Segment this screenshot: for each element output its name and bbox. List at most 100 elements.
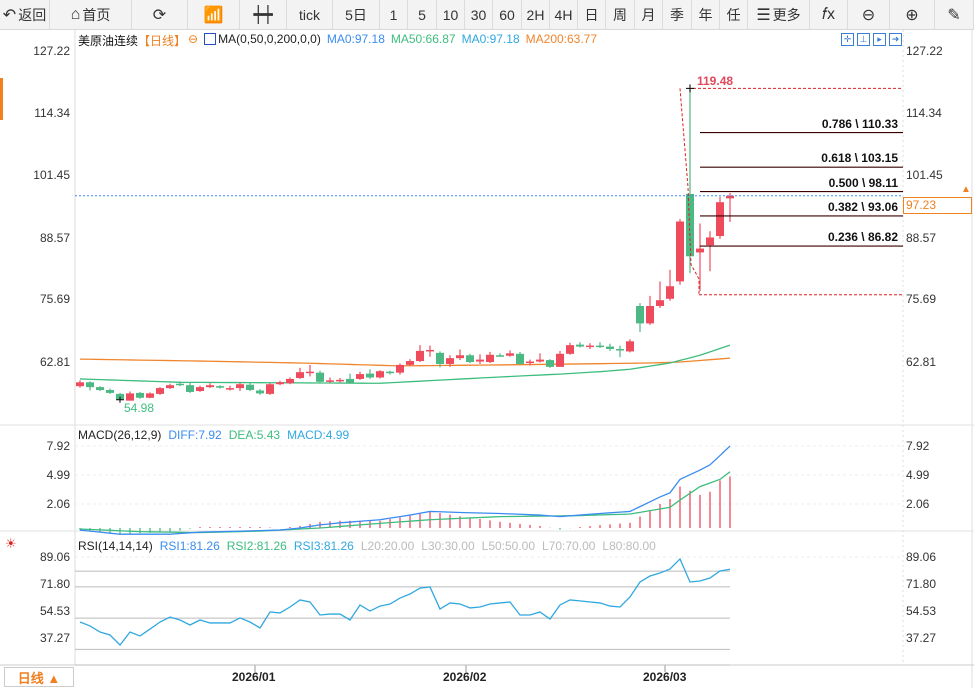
candle-body [516,353,524,364]
axis-tick-label: 89.06 [906,550,937,564]
ma200-line [79,357,731,367]
fib-level-label: 0.618 \ 103.15 [821,151,898,166]
candle-body [676,221,684,282]
macd-value: MACD:4.99 [287,428,350,442]
axis-tick-label: 101.45 [33,168,70,182]
dea-line [79,471,731,534]
candle-body [206,385,214,388]
candle-body [406,361,414,365]
candle-body [446,358,454,364]
candle-body [656,300,664,307]
candle-body [96,387,104,391]
axis-tick-label: 127.22 [33,44,70,58]
axis-tick-label: 89.06 [39,550,70,564]
symbol-name: 美原油连续 [78,34,139,48]
axis-tick-label: 54.53 [39,604,70,618]
candle-body [276,382,284,385]
fit-range-icon[interactable]: ⊥ [857,33,870,46]
candle-body [316,372,324,382]
candle-body [286,378,294,384]
settings-circle-icon[interactable]: ⊖ [188,32,198,49]
panel-handle[interactable] [0,78,3,120]
candle-body [386,371,394,374]
ma200-value: MA200:63.77 [525,32,598,46]
fib-level-label: 0.236 \ 86.82 [827,230,898,245]
candle-body [686,194,694,257]
fib-level-label: 0.786 \ 110.33 [821,116,898,131]
candle-body [416,350,424,362]
period-label[interactable]: 【日线】 [138,32,186,49]
candle-body [636,306,644,324]
candle-body [426,349,434,352]
last-price-box: 97.23 [903,197,972,214]
candle-body [156,388,164,394]
macd-legend: MACD(26,12,9) DIFF:7.92 DEA:5.43 MACD:4.… [78,428,349,442]
macd-dea: DEA:5.43 [228,428,281,442]
candle-body [646,306,654,324]
candle-body [346,378,354,383]
candle-body [396,364,404,373]
rsi-l70: L70:70.00 [542,539,596,553]
candle-body [706,237,714,246]
scroll-end-icon[interactable]: ▸ [873,33,886,46]
candle-body [106,390,114,393]
axis-tick-label: 127.22 [906,44,943,58]
goto-latest-icon[interactable]: ➜ [889,33,902,46]
axis-tick-label: 4.99 [46,468,70,482]
period-selector[interactable]: 日线 ▲ [4,667,74,687]
ma0b-value: MA0:97.18 [461,32,520,46]
axis-tick-label: 7.92 [906,439,930,453]
candle-body [546,360,554,367]
axis-tick-label: 88.57 [39,231,70,245]
high-price-label: 119.48 [697,74,734,88]
price-legend: 美原油连续 【日线】 ⊖ MA(0,50,0,200,0,0) MA0:97.1… [78,32,597,49]
axis-tick-label: 71.80 [906,577,937,591]
axis-tick-label: 62.81 [39,355,70,369]
axis-tick-label: 62.81 [906,355,937,369]
candle-body [576,344,584,347]
candle-body [666,286,674,299]
candle-body [166,385,174,389]
candle-body [266,384,274,394]
candle-body [296,372,304,378]
axis-tick-label: 7.92 [46,439,70,453]
chart-canvas[interactable] [0,0,974,688]
candle-body [146,393,154,398]
crosshair-icon[interactable]: ✛ [841,33,854,46]
candle-body [186,385,194,392]
candle-body [376,371,384,378]
candle-body [126,393,134,401]
axis-tick-label: 75.69 [906,292,937,306]
candle-body [456,355,464,359]
price-alert-icon[interactable]: ▲ [961,184,971,195]
candle-body [236,384,244,389]
candle-body [366,373,374,378]
indicator-icon[interactable] [204,33,217,45]
ma0-value: MA0:97.18 [326,32,385,46]
candle-body [526,361,534,364]
axis-tick-label: 37.27 [39,631,70,645]
candle-body [256,390,264,394]
rsi2-value: RSI2:81.26 [226,539,287,553]
candle-body [556,353,564,367]
rsi-l30: L30:30.00 [421,539,475,553]
rsi3-value: RSI3:81.26 [293,539,354,553]
candle-body [606,346,614,349]
macd-title: MACD(26,12,9) [78,428,162,442]
axis-tick-label: 71.80 [39,577,70,591]
candle-body [216,386,224,388]
candle-body [696,248,704,253]
candle-body [476,359,484,362]
candle-body [596,345,604,348]
axis-tick-label: 2.06 [46,497,70,511]
axis-tick-label: 101.45 [906,168,943,182]
axis-tick-label: 88.57 [906,231,937,245]
ma50-value: MA50:66.87 [390,32,456,46]
candle-body [616,348,624,351]
axis-tick-label: 2.06 [906,497,930,511]
candle-body [436,352,444,364]
candle-body [716,202,724,237]
candle-body [136,392,144,398]
axis-tick-label: 54.53 [906,604,937,618]
candle-body [466,355,474,363]
